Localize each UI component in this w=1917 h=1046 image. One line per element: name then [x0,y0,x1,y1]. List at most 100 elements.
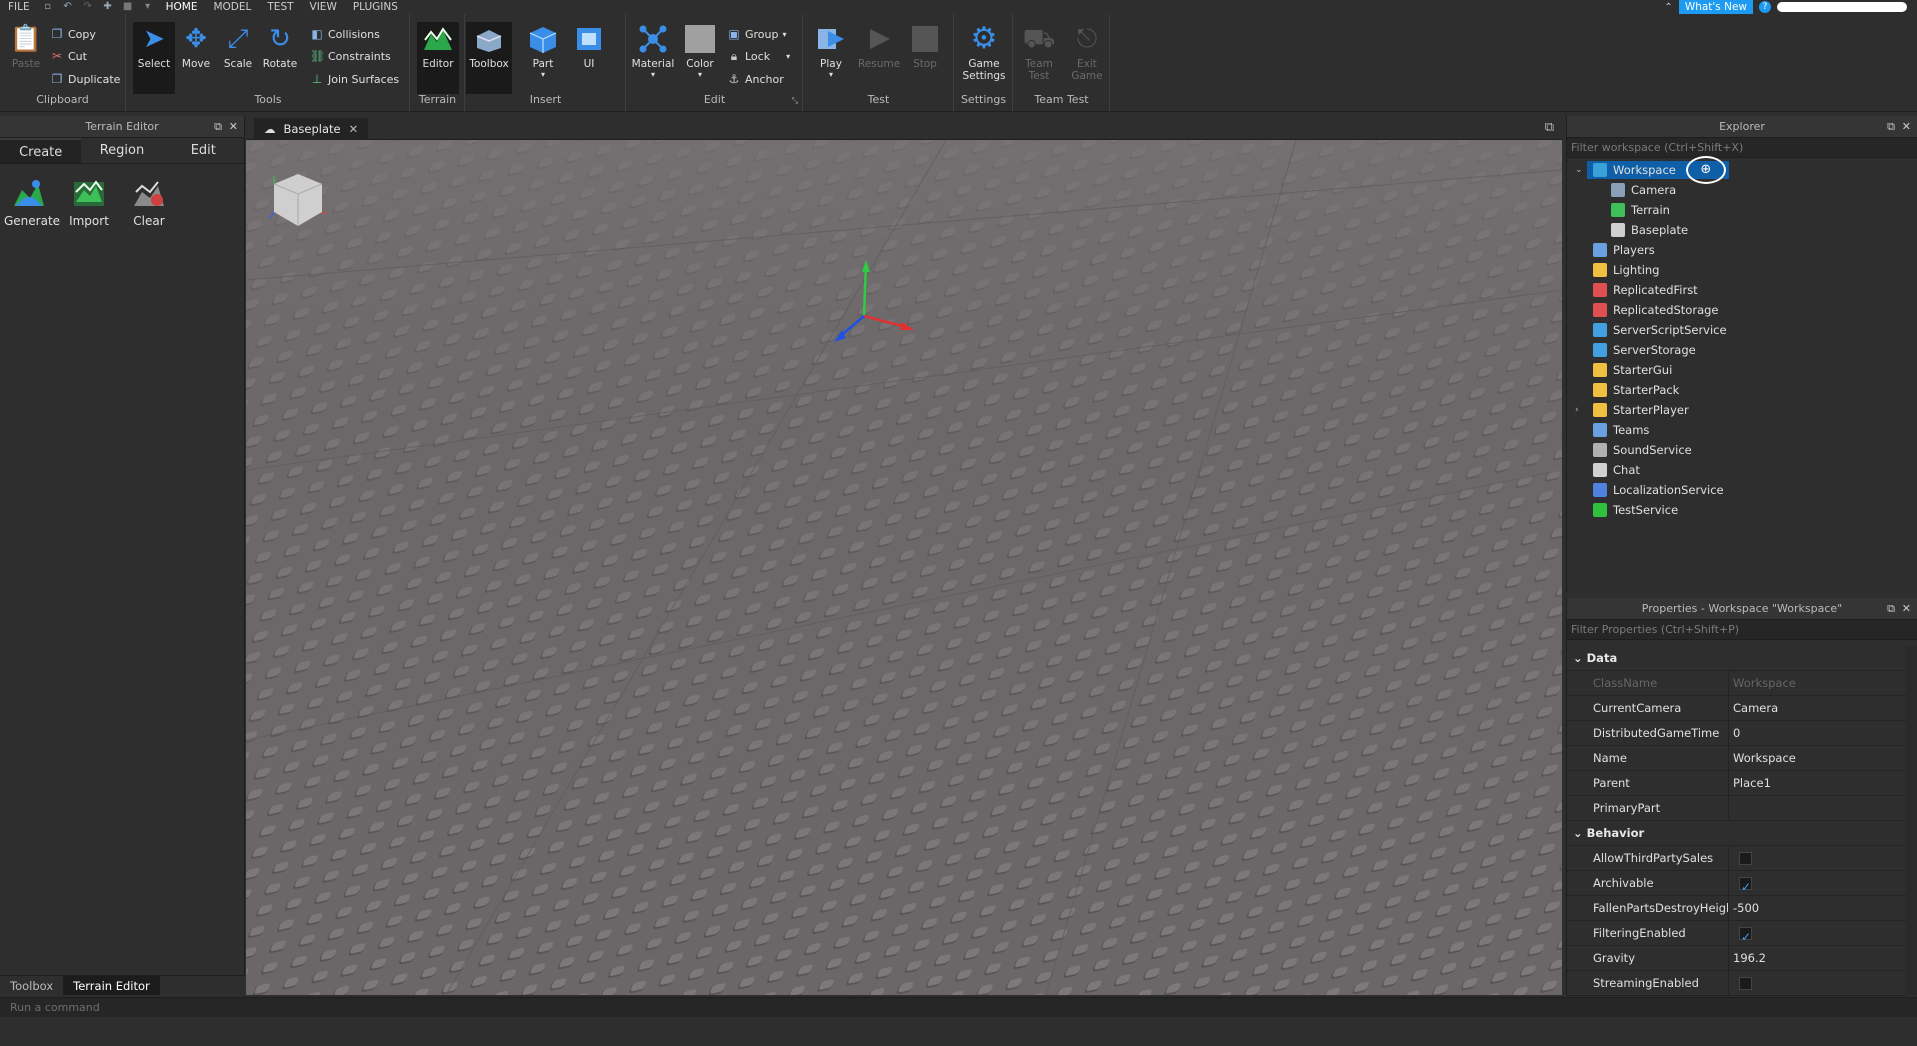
scale-button[interactable]: ⤢ Scale [217,22,259,94]
group-button[interactable]: ▣ Group ▾ [727,24,787,44]
property-value[interactable]: -500 [1729,896,1907,920]
material-dropdown-icon[interactable]: ▾ [629,70,677,79]
tab-create[interactable]: Create [0,138,82,163]
category-behavior[interactable]: ⌄ Behavior [1567,821,1907,846]
menu-file[interactable]: FILE [0,0,38,14]
property-value[interactable]: Workspace [1729,671,1907,695]
whats-new-button[interactable]: What's New [1678,0,1753,14]
fullscreen-icon[interactable]: ⧉ [1545,120,1554,135]
stop-button[interactable]: Stop [904,22,946,94]
property-value[interactable]: 196.2 [1729,946,1907,970]
tab-toolbox[interactable]: Toolbox [0,976,63,995]
tree-item-starterpack[interactable]: StarterPack [1567,380,1917,400]
help-icon[interactable]: ? [1759,1,1771,13]
tab-edit[interactable]: Edit [163,138,244,163]
new-file-icon[interactable]: ▫ [41,1,55,13]
part-dropdown-icon[interactable]: ▾ [522,70,564,79]
tree-item-serverscriptservice[interactable]: ServerScriptService [1567,320,1917,340]
property-row[interactable]: PrimaryPart [1567,796,1907,821]
properties-scrollbar[interactable] [1906,646,1917,995]
3d-viewport[interactable] [246,140,1562,995]
property-value[interactable] [1729,846,1907,870]
collisions-button[interactable]: ◧ Collisions [310,24,379,44]
play-button[interactable]: Play ▾ [810,22,852,94]
team-test-button[interactable]: ⛟ Team Test [1018,22,1060,94]
undo-icon[interactable]: ↶ [61,1,75,13]
tree-item-serverstorage[interactable]: ServerStorage [1567,340,1917,360]
toolbox-button[interactable]: Toolbox [466,22,512,94]
tab-terrain-editor[interactable]: Terrain Editor [63,976,160,995]
cut-button[interactable]: ✂ Cut [50,46,87,66]
property-row[interactable]: Name Workspace [1567,746,1907,771]
constraints-button[interactable]: ⛓ Constraints [310,46,391,66]
close-icon[interactable]: ✕ [1902,598,1911,620]
edit-settings-icon[interactable]: ⤡ [792,96,798,106]
tree-item-chat[interactable]: Chat [1567,460,1917,480]
copy-button[interactable]: ❐ Copy [50,24,96,44]
menu-plugins[interactable]: PLUGINS [345,0,406,14]
tree-item-players[interactable]: Players [1567,240,1917,260]
tab-baseplate[interactable]: ☁ Baseplate ✕ [254,118,369,140]
material-button[interactable]: Material ▾ [629,22,677,94]
property-row[interactable]: Gravity 196.2 [1567,946,1907,971]
tree-item-terrain[interactable]: Terrain [1567,200,1917,220]
view-cube[interactable] [266,168,330,232]
redo-icon[interactable]: ↷ [81,1,95,13]
checkbox[interactable] [1739,977,1752,990]
undock-icon[interactable]: ⧉ [1887,116,1895,138]
property-value[interactable] [1729,796,1907,820]
property-row[interactable]: CurrentCamera Camera [1567,696,1907,721]
explorer-filter-input[interactable]: Filter workspace (Ctrl+Shift+X) [1567,138,1917,158]
checkbox[interactable] [1739,925,1752,950]
tree-item-workspace[interactable]: ⌄ Workspace ⊕ [1567,156,1917,184]
game-settings-button[interactable]: ⚙ Game Settings [961,22,1007,94]
resume-button[interactable]: Resume [858,22,900,94]
property-row[interactable]: StreamingEnabled [1567,971,1907,996]
group-dropdown-icon[interactable]: ▾ [783,30,787,39]
checkbox[interactable] [1739,875,1752,900]
tree-item-lighting[interactable]: Lighting [1567,260,1917,280]
property-row[interactable]: ClassName Workspace [1567,671,1907,696]
close-icon[interactable]: ✕ [229,116,238,138]
menu-view[interactable]: VIEW [302,0,345,14]
quick-access-icon[interactable]: ■ [121,1,135,13]
menu-test[interactable]: TEST [259,0,301,14]
customize-icon[interactable]: ▾ [141,1,155,13]
property-value[interactable]: Place1 [1729,771,1907,795]
properties-filter-input[interactable]: Filter Properties (Ctrl+Shift+P) [1567,620,1917,640]
property-value[interactable]: Workspace [1729,746,1907,770]
tree-item-testservice[interactable]: TestService [1567,500,1917,520]
lock-dropdown-icon[interactable]: ▾ [786,52,790,61]
category-data[interactable]: ⌄ Data [1567,646,1907,671]
menu-model[interactable]: MODEL [205,0,259,14]
property-row[interactable]: Archivable [1567,871,1907,900]
move-button[interactable]: ✥ Move [175,22,217,94]
property-value[interactable]: 0 [1729,721,1907,745]
tab-region[interactable]: Region [81,138,162,163]
command-bar[interactable]: Run a command [0,997,1917,1017]
paste-button[interactable]: 📋 Paste [6,22,46,94]
property-row[interactable]: Parent Place1 [1567,771,1907,796]
tree-item-localizationservice[interactable]: LocalizationService [1567,480,1917,500]
anchor-button[interactable]: ⚓︎ Anchor [727,69,784,89]
color-button[interactable]: Color ▾ [679,22,721,94]
property-row[interactable]: FallenPartsDestroyHeight -500 [1567,896,1907,921]
insert-part-icon[interactable]: ✚ [101,1,115,13]
checkbox[interactable] [1739,852,1752,865]
generate-button[interactable]: Generate [4,178,60,228]
property-row[interactable]: FilteringEnabled [1567,921,1907,950]
color-dropdown-icon[interactable]: ▾ [679,70,721,79]
property-value[interactable] [1729,921,1907,950]
tree-item-camera[interactable]: Camera [1567,180,1917,200]
tree-item-soundservice[interactable]: SoundService [1567,440,1917,460]
menu-home[interactable]: HOME [158,0,206,14]
property-value[interactable] [1729,871,1907,900]
ui-button[interactable]: UI [568,22,610,94]
select-button[interactable]: ➤ Select [133,22,175,94]
property-value[interactable]: Camera [1729,696,1907,720]
play-dropdown-icon[interactable]: ▾ [810,70,852,79]
tree-item-starterplayer[interactable]: › StarterPlayer [1567,400,1917,420]
tree-item-replicatedstorage[interactable]: ReplicatedStorage [1567,300,1917,320]
tree-item-baseplate[interactable]: Baseplate [1567,220,1917,240]
tree-item-startergui[interactable]: StarterGui [1567,360,1917,380]
